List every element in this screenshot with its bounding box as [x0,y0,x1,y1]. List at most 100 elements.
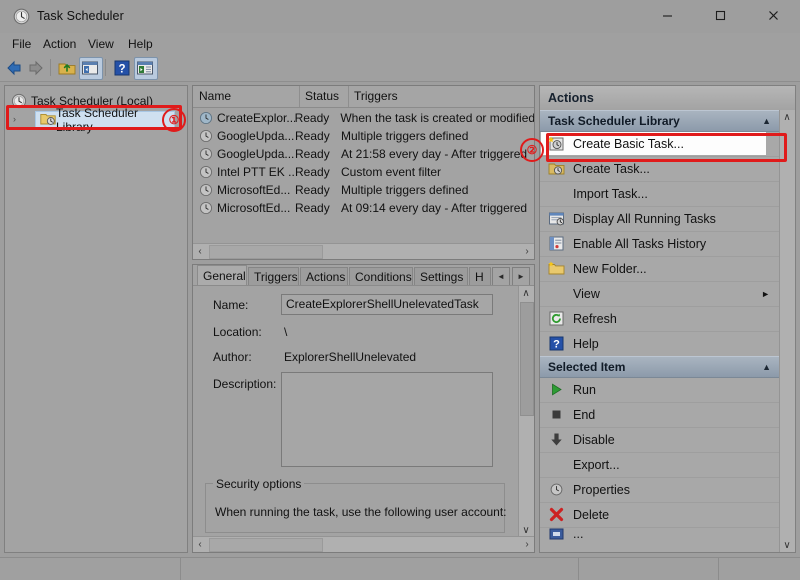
properties-icon [548,481,565,498]
action-export[interactable]: Export... [540,452,780,478]
security-options-text: When running the task, use the following… [215,505,507,519]
scroll-left-icon[interactable]: ‹ [193,537,207,551]
action-end[interactable]: End [540,402,780,428]
table-row[interactable]: GoogleUpda... Ready At 21:58 every day -… [193,145,534,163]
hscroll-thumb[interactable] [209,245,323,259]
task-triggers: At 09:14 every day - After triggered [341,201,527,215]
tab-history[interactable]: H [469,267,491,285]
close-button[interactable] [750,0,796,31]
scroll-up-icon[interactable]: ∧ [519,286,533,300]
menu-item-help[interactable]: Help [124,36,157,52]
action-enable-all-tasks-history[interactable]: Enable All Tasks History [540,231,780,257]
help-icon[interactable]: ? [113,59,131,77]
tab-conditions[interactable]: Conditions [349,267,413,285]
name-field[interactable]: CreateExplorerShellUnelevatedTask [281,294,493,315]
show-hide-action-pane-icon[interactable] [136,59,154,77]
actions-pane-vscrollbar[interactable]: ∧ ∨ [779,110,795,552]
task-triggers: Custom event filter [341,165,441,179]
menu-item-view[interactable]: View [84,36,118,52]
new-folder-icon [548,260,565,277]
run-icon [548,381,565,398]
column-header-status[interactable]: Status [305,89,339,103]
back-arrow-icon[interactable] [5,59,23,77]
task-status: Ready [295,147,341,161]
action-display-all-running-tasks[interactable]: Display All Running Tasks [540,206,780,232]
table-row[interactable]: MicrosoftEd... Ready Multiple triggers d… [193,181,534,199]
scroll-up-icon[interactable]: ∧ [780,110,794,124]
annotation-box-1 [6,105,182,130]
tab-settings[interactable]: Settings [414,267,468,285]
window-title: Task Scheduler [37,9,124,23]
forward-arrow-icon[interactable] [27,59,45,77]
collapse-caret-icon[interactable]: ▲ [762,116,771,126]
action-label: Refresh [573,312,617,326]
tab-prev-button[interactable]: ◄ [492,267,510,286]
scroll-left-icon[interactable]: ‹ [193,244,207,258]
column-header-name[interactable]: Name [199,89,231,103]
details-hscrollbar[interactable]: ‹ › [193,536,534,552]
author-label: Author: [213,350,252,364]
security-options-title: Security options [213,477,304,491]
tabstrip-underline [193,285,534,286]
tab-next-button[interactable]: ► [512,267,530,286]
tab-actions[interactable]: Actions [300,267,348,285]
scroll-right-icon[interactable]: › [520,244,534,258]
task-list-hscrollbar[interactable]: ‹ › [193,243,534,259]
collapse-caret-icon[interactable]: ▲ [762,362,771,372]
maximize-button[interactable] [697,0,743,31]
tab-general[interactable]: General [197,265,247,285]
action-properties[interactable]: Properties [540,477,780,503]
actions-section-header-library[interactable]: Task Scheduler Library ▲ [540,110,780,132]
clock-icon [199,183,213,197]
location-value: \ [284,325,287,339]
scroll-down-icon[interactable]: ∨ [519,523,533,537]
column-divider-2[interactable] [348,86,349,107]
details-vscrollbar[interactable]: ∧ ∨ [518,286,534,537]
action-refresh[interactable]: Refresh [540,306,780,332]
column-header-triggers[interactable]: Triggers [354,89,398,103]
task-status: Ready [295,201,341,215]
display-running-tasks-icon [548,210,565,227]
action-disable[interactable]: Disable [540,427,780,453]
clock-icon [199,129,213,143]
location-label: Location: [213,325,262,339]
hscroll-thumb[interactable] [209,538,323,552]
show-hide-tree-icon[interactable] [81,59,99,77]
console-tree-panel: Task Scheduler (Local) › Task Scheduler … [4,85,188,553]
import-task-icon [548,185,565,202]
action-label: Run [573,383,596,397]
actions-section-header-selected-item[interactable]: Selected Item ▲ [540,356,780,378]
action-run[interactable]: Run [540,377,780,403]
tab-triggers[interactable]: Triggers [248,267,299,285]
task-scheduler-window: Task Scheduler File Action View Help [0,0,800,580]
action-delete[interactable]: Delete [540,502,780,528]
menu-item-action[interactable]: Action [39,36,80,52]
toolbar-separator-2 [105,59,106,76]
menu-item-file[interactable]: File [8,36,35,52]
action-view[interactable]: View ► [540,281,780,307]
table-row[interactable]: CreateExplor... Ready When the task is c… [193,109,534,127]
action-more[interactable]: ... [540,527,780,541]
up-folder-icon[interactable] [58,59,76,77]
action-import-task[interactable]: Import Task... [540,181,780,207]
vscroll-thumb[interactable] [520,302,534,416]
action-label: Disable [573,433,615,447]
minimize-button[interactable] [644,0,690,31]
scroll-right-icon[interactable]: › [520,537,534,551]
description-field[interactable] [281,372,493,467]
task-status: Ready [295,183,341,197]
table-row[interactable]: GoogleUpda... Ready Multiple triggers de… [193,127,534,145]
column-divider-1[interactable] [299,86,300,107]
action-label: Help [573,337,599,351]
status-divider-2 [578,558,579,580]
actions-pane-title: Actions [540,86,795,111]
action-help[interactable]: ? Help [540,331,780,357]
table-row[interactable]: MicrosoftEd... Ready At 09:14 every day … [193,199,534,217]
task-list-panel: Name Status Triggers CreateExplor... Rea… [192,85,535,260]
task-name: MicrosoftEd... [217,201,295,215]
end-icon [548,406,565,423]
table-row[interactable]: Intel PTT EK ... Ready Custom event filt… [193,163,534,181]
scroll-down-icon[interactable]: ∨ [780,538,794,552]
task-name: MicrosoftEd... [217,183,295,197]
action-new-folder[interactable]: New Folder... [540,256,780,282]
